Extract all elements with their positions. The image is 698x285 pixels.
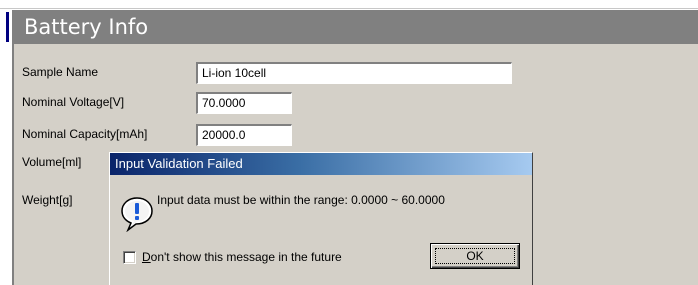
checkbox-label-hotkey: D (142, 250, 151, 264)
validation-dialog: Input Validation Failed Input data must … (109, 152, 533, 285)
weight-label: Weight[g] (22, 193, 73, 207)
dialog-title: Input Validation Failed (110, 153, 532, 175)
dialog-message: Input data must be within the range: 0.0… (157, 193, 445, 207)
nominal-capacity-field[interactable]: 20000.0 (196, 124, 292, 146)
info-icon (121, 197, 153, 232)
ok-button-label: OK (466, 249, 484, 263)
ok-button[interactable]: OK (430, 243, 520, 269)
nominal-capacity-label: Nominal Capacity[mAh] (22, 127, 148, 141)
left-accent-bar (6, 12, 9, 42)
volume-label: Volume[ml] (22, 155, 82, 169)
sample-name-label: Sample Name (22, 65, 99, 79)
checkbox-label-rest: on't show this message in the future (150, 250, 342, 264)
screen: Battery Info Sample Name Li-ion 10cell N… (0, 0, 698, 285)
nominal-voltage-label: Nominal Voltage[V] (22, 95, 125, 109)
sample-name-field[interactable]: Li-ion 10cell (196, 62, 512, 84)
nominal-voltage-field[interactable]: 70.0000 (196, 92, 292, 114)
dont-show-checkbox[interactable] (123, 251, 136, 264)
top-edge (0, 0, 698, 10)
window-title: Battery Info (14, 10, 698, 44)
dont-show-checkbox-label[interactable]: Don't show this message in the future (142, 250, 342, 264)
